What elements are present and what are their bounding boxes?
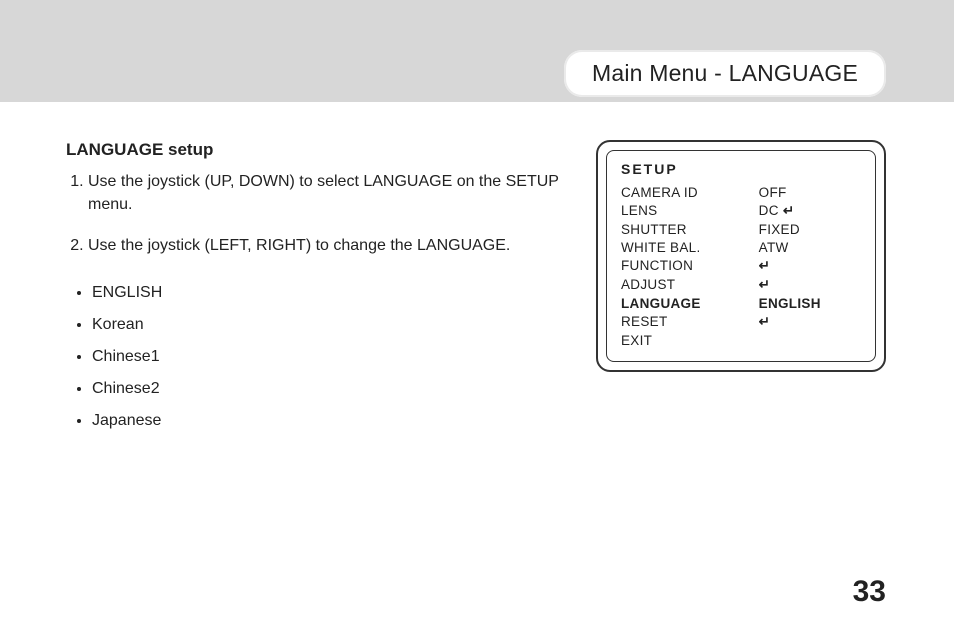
osd-row: FUNCTION ↵ [621,256,861,275]
header-band: Main Menu - LANGUAGE [0,0,954,102]
language-item: Chinese2 [92,380,886,398]
osd-row: SHUTTERFIXED [621,220,861,238]
osd-row-label: SHUTTER [621,220,741,238]
osd-row-label: LENS [621,201,741,220]
enter-icon: ↵ [759,314,771,330]
osd-row: RESET ↵ [621,312,861,331]
osd-row-value: FIXED [741,220,861,238]
steps-list: Use the joystick (UP, DOWN) to select LA… [66,170,598,258]
step-item: Use the joystick (UP, DOWN) to select LA… [88,170,598,216]
osd-row: LENSDC ↵ [621,201,861,220]
osd-title: SETUP [621,161,861,177]
enter-icon: ↵ [783,203,795,219]
osd-panel: SETUP CAMERA IDOFFLENSDC ↵SHUTTERFIXEDWH… [596,140,886,372]
osd-row: LANGUAGEENGLISH [621,294,861,312]
enter-icon: ↵ [759,277,771,293]
language-item: Japanese [92,412,886,430]
osd-row-value: ↵ [741,312,861,331]
osd-row-value: OFF [741,183,861,201]
osd-row-value: ↵ [741,275,861,294]
osd-row-label: EXIT [621,331,741,349]
page-number: 33 [853,575,886,609]
osd-row: WHITE BAL.ATW [621,238,861,256]
osd-row: EXIT [621,331,861,349]
osd-row: ADJUST ↵ [621,275,861,294]
osd-row-value: DC ↵ [741,201,861,220]
osd-row-label: WHITE BAL. [621,238,741,256]
page-title-pill: Main Menu - LANGUAGE [564,50,886,97]
osd-row-value: ENGLISH [741,294,861,312]
step-item: Use the joystick (LEFT, RIGHT) to change… [88,234,598,257]
osd-row-label: ADJUST [621,275,741,294]
osd-row: CAMERA IDOFF [621,183,861,201]
osd-row-label: CAMERA ID [621,183,741,201]
osd-row-label: LANGUAGE [621,294,741,312]
osd-row-value: ATW [741,238,861,256]
page-title: Main Menu - LANGUAGE [592,60,858,86]
osd-inner: SETUP CAMERA IDOFFLENSDC ↵SHUTTERFIXEDWH… [606,150,876,362]
osd-row-label: FUNCTION [621,256,741,275]
enter-icon: ↵ [759,258,771,274]
osd-row-label: RESET [621,312,741,331]
osd-row-value [741,331,861,349]
osd-table: CAMERA IDOFFLENSDC ↵SHUTTERFIXEDWHITE BA… [621,183,861,349]
osd-row-value: ↵ [741,256,861,275]
